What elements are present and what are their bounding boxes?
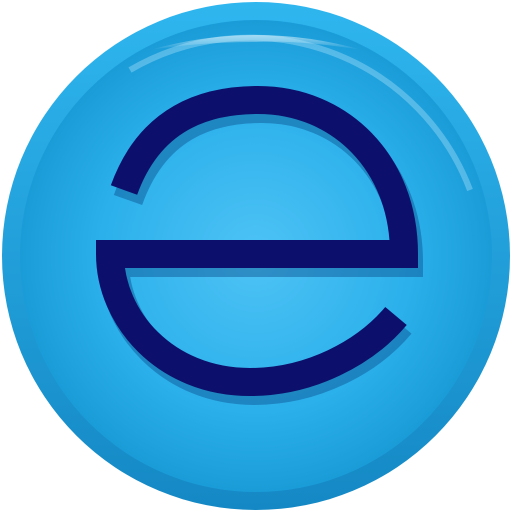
letter-e-icon-container	[0, 0, 512, 512]
letter-e-icon	[2, 2, 510, 510]
